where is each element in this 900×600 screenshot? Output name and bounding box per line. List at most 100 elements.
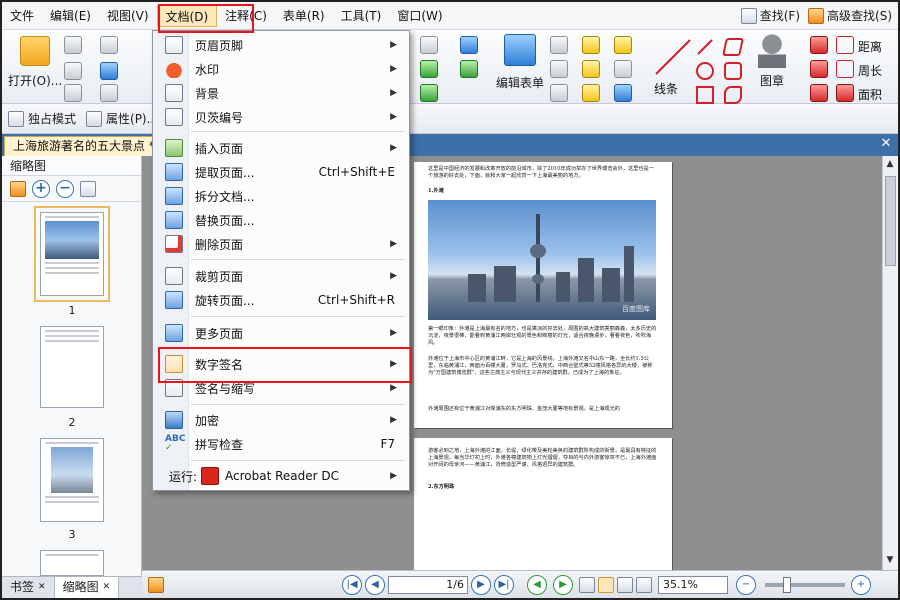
area-label[interactable]: 面积 <box>858 86 882 103</box>
menu-item-header-footer[interactable]: 页眉页脚 ▶ <box>153 33 409 57</box>
print-icon[interactable] <box>64 62 82 80</box>
zoom-slider[interactable] <box>765 576 845 593</box>
polygon-tool-icon[interactable] <box>722 38 744 56</box>
perimeter-icon[interactable] <box>836 60 854 78</box>
zoom-out-icon[interactable]: − <box>736 574 756 595</box>
export-icon[interactable] <box>100 84 118 102</box>
email-icon[interactable] <box>100 36 118 54</box>
arrow-tool-icon[interactable] <box>696 38 714 56</box>
single-page-icon[interactable] <box>579 576 595 593</box>
edit-form-button[interactable]: 编辑表单 <box>496 34 544 91</box>
close-document-icon[interactable]: ✕ <box>878 136 894 152</box>
prev-page-icon[interactable]: ◀ <box>365 574 385 595</box>
menu-item-insert-page[interactable]: 插入页面 ▶ <box>153 136 409 160</box>
thumbnail-options-icon[interactable] <box>10 180 26 197</box>
eraser-icon[interactable] <box>810 60 828 78</box>
attach-icon[interactable] <box>614 60 632 78</box>
scan-icon[interactable] <box>100 62 118 80</box>
thumbnail-page-1[interactable] <box>34 206 110 302</box>
typewriter-icon[interactable] <box>582 36 600 54</box>
zoom-out-thumb-icon[interactable]: − <box>56 179 74 198</box>
zoom-in-icon[interactable] <box>420 36 438 54</box>
menu-item-replace-page[interactable]: 替换页面... <box>153 208 409 232</box>
close-icon[interactable]: ✕ <box>38 577 46 598</box>
strikeout-icon[interactable] <box>582 60 600 78</box>
text-field-icon[interactable] <box>550 36 568 54</box>
tab-bookmarks[interactable]: 书签 ✕ <box>2 577 55 598</box>
menu-item-delete-page[interactable]: 删除页面 ▶ <box>153 232 409 256</box>
stamp-button[interactable]: 图章 <box>758 34 786 89</box>
close-icon[interactable]: ✕ <box>103 577 111 598</box>
sound-icon[interactable] <box>614 84 632 102</box>
menu-item-extract-page[interactable]: 提取页面... Ctrl+Shift+E <box>153 160 409 184</box>
highlight-area-icon[interactable] <box>810 84 828 102</box>
zoom-in-status-icon[interactable]: + <box>851 574 871 595</box>
menu-item-more-pages[interactable]: 更多页面 ▶ <box>153 321 409 345</box>
page-number-field[interactable]: 1/6 <box>388 575 468 594</box>
zoom-field[interactable]: 35.1% <box>658 575 728 594</box>
distance-label[interactable]: 距离 <box>858 38 882 55</box>
oval-tool-icon[interactable] <box>696 62 714 80</box>
menu-tools[interactable]: 工具(T) <box>333 5 390 27</box>
text-box-icon[interactable] <box>550 60 568 78</box>
status-options-icon[interactable] <box>148 576 164 593</box>
document-tab[interactable]: 上海旅游著名的五大景点 * <box>4 136 164 156</box>
last-page-icon[interactable]: ▶| <box>494 574 514 595</box>
menu-file[interactable]: 文件 <box>2 5 42 27</box>
rotate-right-icon[interactable] <box>420 84 438 102</box>
callout-icon[interactable] <box>550 84 568 102</box>
thumbnail-page-2[interactable] <box>40 326 104 408</box>
scrollbar-thumb[interactable] <box>885 176 896 266</box>
note-icon[interactable] <box>614 36 632 54</box>
menu-item-split-document[interactable]: 拆分文档... <box>153 184 409 208</box>
zoom-slider-knob[interactable] <box>783 576 791 593</box>
menu-view[interactable]: 视图(V) <box>99 5 157 27</box>
scroll-up-icon[interactable]: ▲ <box>883 158 897 170</box>
line-tool-icon[interactable] <box>652 36 694 78</box>
menu-item-rotate-page[interactable]: 旋转页面... Ctrl+Shift+R <box>153 288 409 312</box>
next-page-icon[interactable]: ▶ <box>471 574 491 595</box>
continuous-facing-icon[interactable] <box>636 576 652 593</box>
advanced-find-button[interactable]: 高级查找(S) <box>808 7 892 24</box>
exclusive-mode-button[interactable]: 独占模式 <box>8 110 76 127</box>
first-page-icon[interactable]: |◀ <box>342 574 362 595</box>
properties-doc-icon[interactable] <box>64 84 82 102</box>
open-button[interactable]: 打开(O)... <box>8 36 62 89</box>
rotate-thumb-icon[interactable] <box>80 180 96 197</box>
menu-item-crop-page[interactable]: 裁剪页面 ▶ <box>153 264 409 288</box>
save-icon[interactable] <box>64 36 82 54</box>
menu-edit[interactable]: 编辑(E) <box>42 5 99 27</box>
pentagon-tool-icon[interactable] <box>724 62 742 80</box>
menu-item-watermark[interactable]: 水印 ▶ <box>153 57 409 81</box>
menu-item-run[interactable]: 运行: Acrobat Reader DC ▶ <box>153 464 409 488</box>
properties-button[interactable]: 属性(P)... <box>86 110 158 127</box>
thumbnail-page-3[interactable] <box>40 438 104 522</box>
menu-item-bates-number[interactable]: 贝茨编号 ▶ <box>153 105 409 129</box>
vertical-scrollbar[interactable]: ▲ ▼ <box>882 156 898 570</box>
menu-item-spell-check[interactable]: ABC ✓ 拼写检查 F7 <box>153 432 409 456</box>
continuous-page-icon[interactable] <box>598 576 614 593</box>
rectangle-tool-icon[interactable] <box>696 86 714 104</box>
menu-item-encrypt[interactable]: 加密 ▶ <box>153 408 409 432</box>
perimeter-label[interactable]: 周长 <box>858 62 882 79</box>
scroll-down-icon[interactable]: ▼ <box>883 554 897 566</box>
find-button[interactable]: 查找(F) <box>740 7 800 24</box>
distance-icon[interactable] <box>836 36 854 54</box>
cloud-tool-icon[interactable] <box>724 86 742 104</box>
thumbnail-page-4[interactable] <box>40 550 104 576</box>
rotate-left-icon[interactable] <box>420 60 438 78</box>
menu-item-background[interactable]: 背景 ▶ <box>153 81 409 105</box>
facing-page-icon[interactable] <box>617 576 633 593</box>
underline-icon[interactable] <box>582 84 600 102</box>
area-icon[interactable] <box>836 84 854 102</box>
forward-icon[interactable]: ▶ <box>553 574 573 595</box>
menu-window[interactable]: 窗口(W) <box>389 5 450 27</box>
submenu-arrow-icon: ▶ <box>390 143 397 153</box>
add-page-icon[interactable] <box>460 60 478 78</box>
select-tool-icon[interactable] <box>460 36 478 54</box>
menu-form[interactable]: 表单(R) <box>275 5 333 27</box>
back-icon[interactable]: ◀ <box>527 574 547 595</box>
zoom-in-thumb-icon[interactable]: + <box>32 179 50 198</box>
pencil-icon[interactable] <box>810 36 828 54</box>
tab-thumbnails[interactable]: 缩略图 ✕ <box>54 577 120 598</box>
